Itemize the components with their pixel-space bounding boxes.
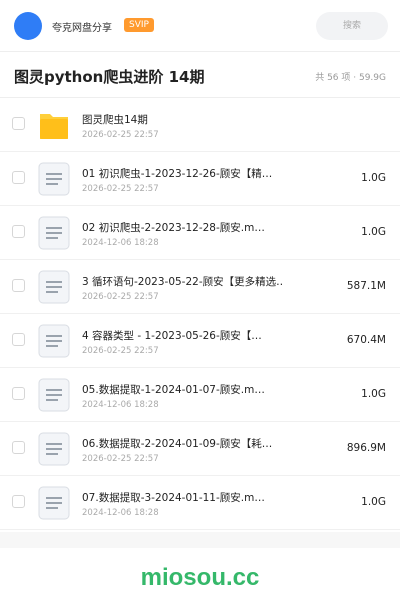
item-size: 896.9M [346,442,386,454]
list-item[interactable]: 07.数据提取-3-2024-01-11-顾安.m… 2024-12-06 18… [0,476,400,530]
avatar[interactable] [14,12,42,40]
item-size: 1.0G [361,388,386,400]
item-name: 06.数据提取-2-2024-01-09-顾安【耗… [82,438,273,450]
item-size: 1.0G [361,496,386,508]
file-icon [38,216,70,250]
item-date: 2026-02-25 22:57 [82,454,159,464]
file-icon [38,486,70,520]
item-date: 2024-12-06 18:28 [82,508,159,518]
list-footer [0,532,400,548]
item-size: 670.4M [346,334,386,346]
watermark: miosou.cc [140,564,260,591]
item-size: 1.0G [361,226,386,238]
file-icon [38,324,70,358]
file-list: 图灵爬虫14期 2026-02-25 22:57 01 初识爬虫-1-2023-… [0,98,400,530]
item-date: 2026-02-25 22:57 [82,130,159,140]
folder-icon [40,114,68,139]
row-checkbox[interactable] [12,117,25,130]
item-date: 2024-12-06 18:28 [82,238,159,248]
folder-header: 图灵python爬虫进阶 14期 共 56 项 · 59.9G [0,52,400,98]
app-name: 夸克网盘分享 [52,23,112,34]
item-date: 2026-02-25 22:57 [82,292,159,302]
item-size: 1.0G [361,172,386,184]
svip-badge: SVIP [124,18,154,32]
folder-summary: 共 56 项 · 59.9G [315,73,386,83]
top-bar: 夸克网盘分享 SVIP 搜索 [0,0,400,52]
list-item[interactable]: 05.数据提取-1-2024-01-07-顾安.m… 2024-12-06 18… [0,368,400,422]
item-name: 01 初识爬虫-1-2023-12-26-顾安【精… [82,168,273,180]
file-icon [38,270,70,304]
list-item[interactable]: 4 容器类型 - 1-2023-05-26-顾安【… 2026-02-25 22… [0,314,400,368]
list-item[interactable]: 06.数据提取-2-2024-01-09-顾安【耗… 2026-02-25 22… [0,422,400,476]
row-checkbox[interactable] [12,441,25,454]
row-checkbox[interactable] [12,279,25,292]
row-checkbox[interactable] [12,171,25,184]
row-checkbox[interactable] [12,225,25,238]
item-name: 3 循环语句-2023-05-22-顾安【更多精选… [82,276,282,288]
row-checkbox[interactable] [12,387,25,400]
file-icon [38,378,70,412]
row-checkbox[interactable] [12,333,25,346]
search-input[interactable]: 搜索 [316,12,388,40]
file-icon [38,432,70,466]
item-name: 05.数据提取-1-2024-01-07-顾安.m… [82,384,265,396]
row-checkbox[interactable] [12,495,25,508]
item-date: 2026-02-25 22:57 [82,184,159,194]
list-item[interactable]: 3 循环语句-2023-05-22-顾安【更多精选… 2026-02-25 22… [0,260,400,314]
item-name: 4 容器类型 - 1-2023-05-26-顾安【… [82,330,262,342]
item-size: 587.1M [346,280,386,292]
list-item[interactable]: 图灵爬虫14期 2026-02-25 22:57 [0,98,400,152]
page-title: 图灵python爬虫进阶 14期 [14,68,205,86]
item-name: 02 初识爬虫-2-2023-12-28-顾安.m… [82,222,265,234]
item-date: 2024-12-06 18:28 [82,400,159,410]
list-item[interactable]: 01 初识爬虫-1-2023-12-26-顾安【精… 2026-02-25 22… [0,152,400,206]
item-date: 2026-02-25 22:57 [82,346,159,356]
item-name: 图灵爬虫14期 [82,114,148,126]
file-icon [38,162,70,196]
item-name: 07.数据提取-3-2024-01-11-顾安.m… [82,492,265,504]
list-item[interactable]: 02 初识爬虫-2-2023-12-28-顾安.m… 2024-12-06 18… [0,206,400,260]
